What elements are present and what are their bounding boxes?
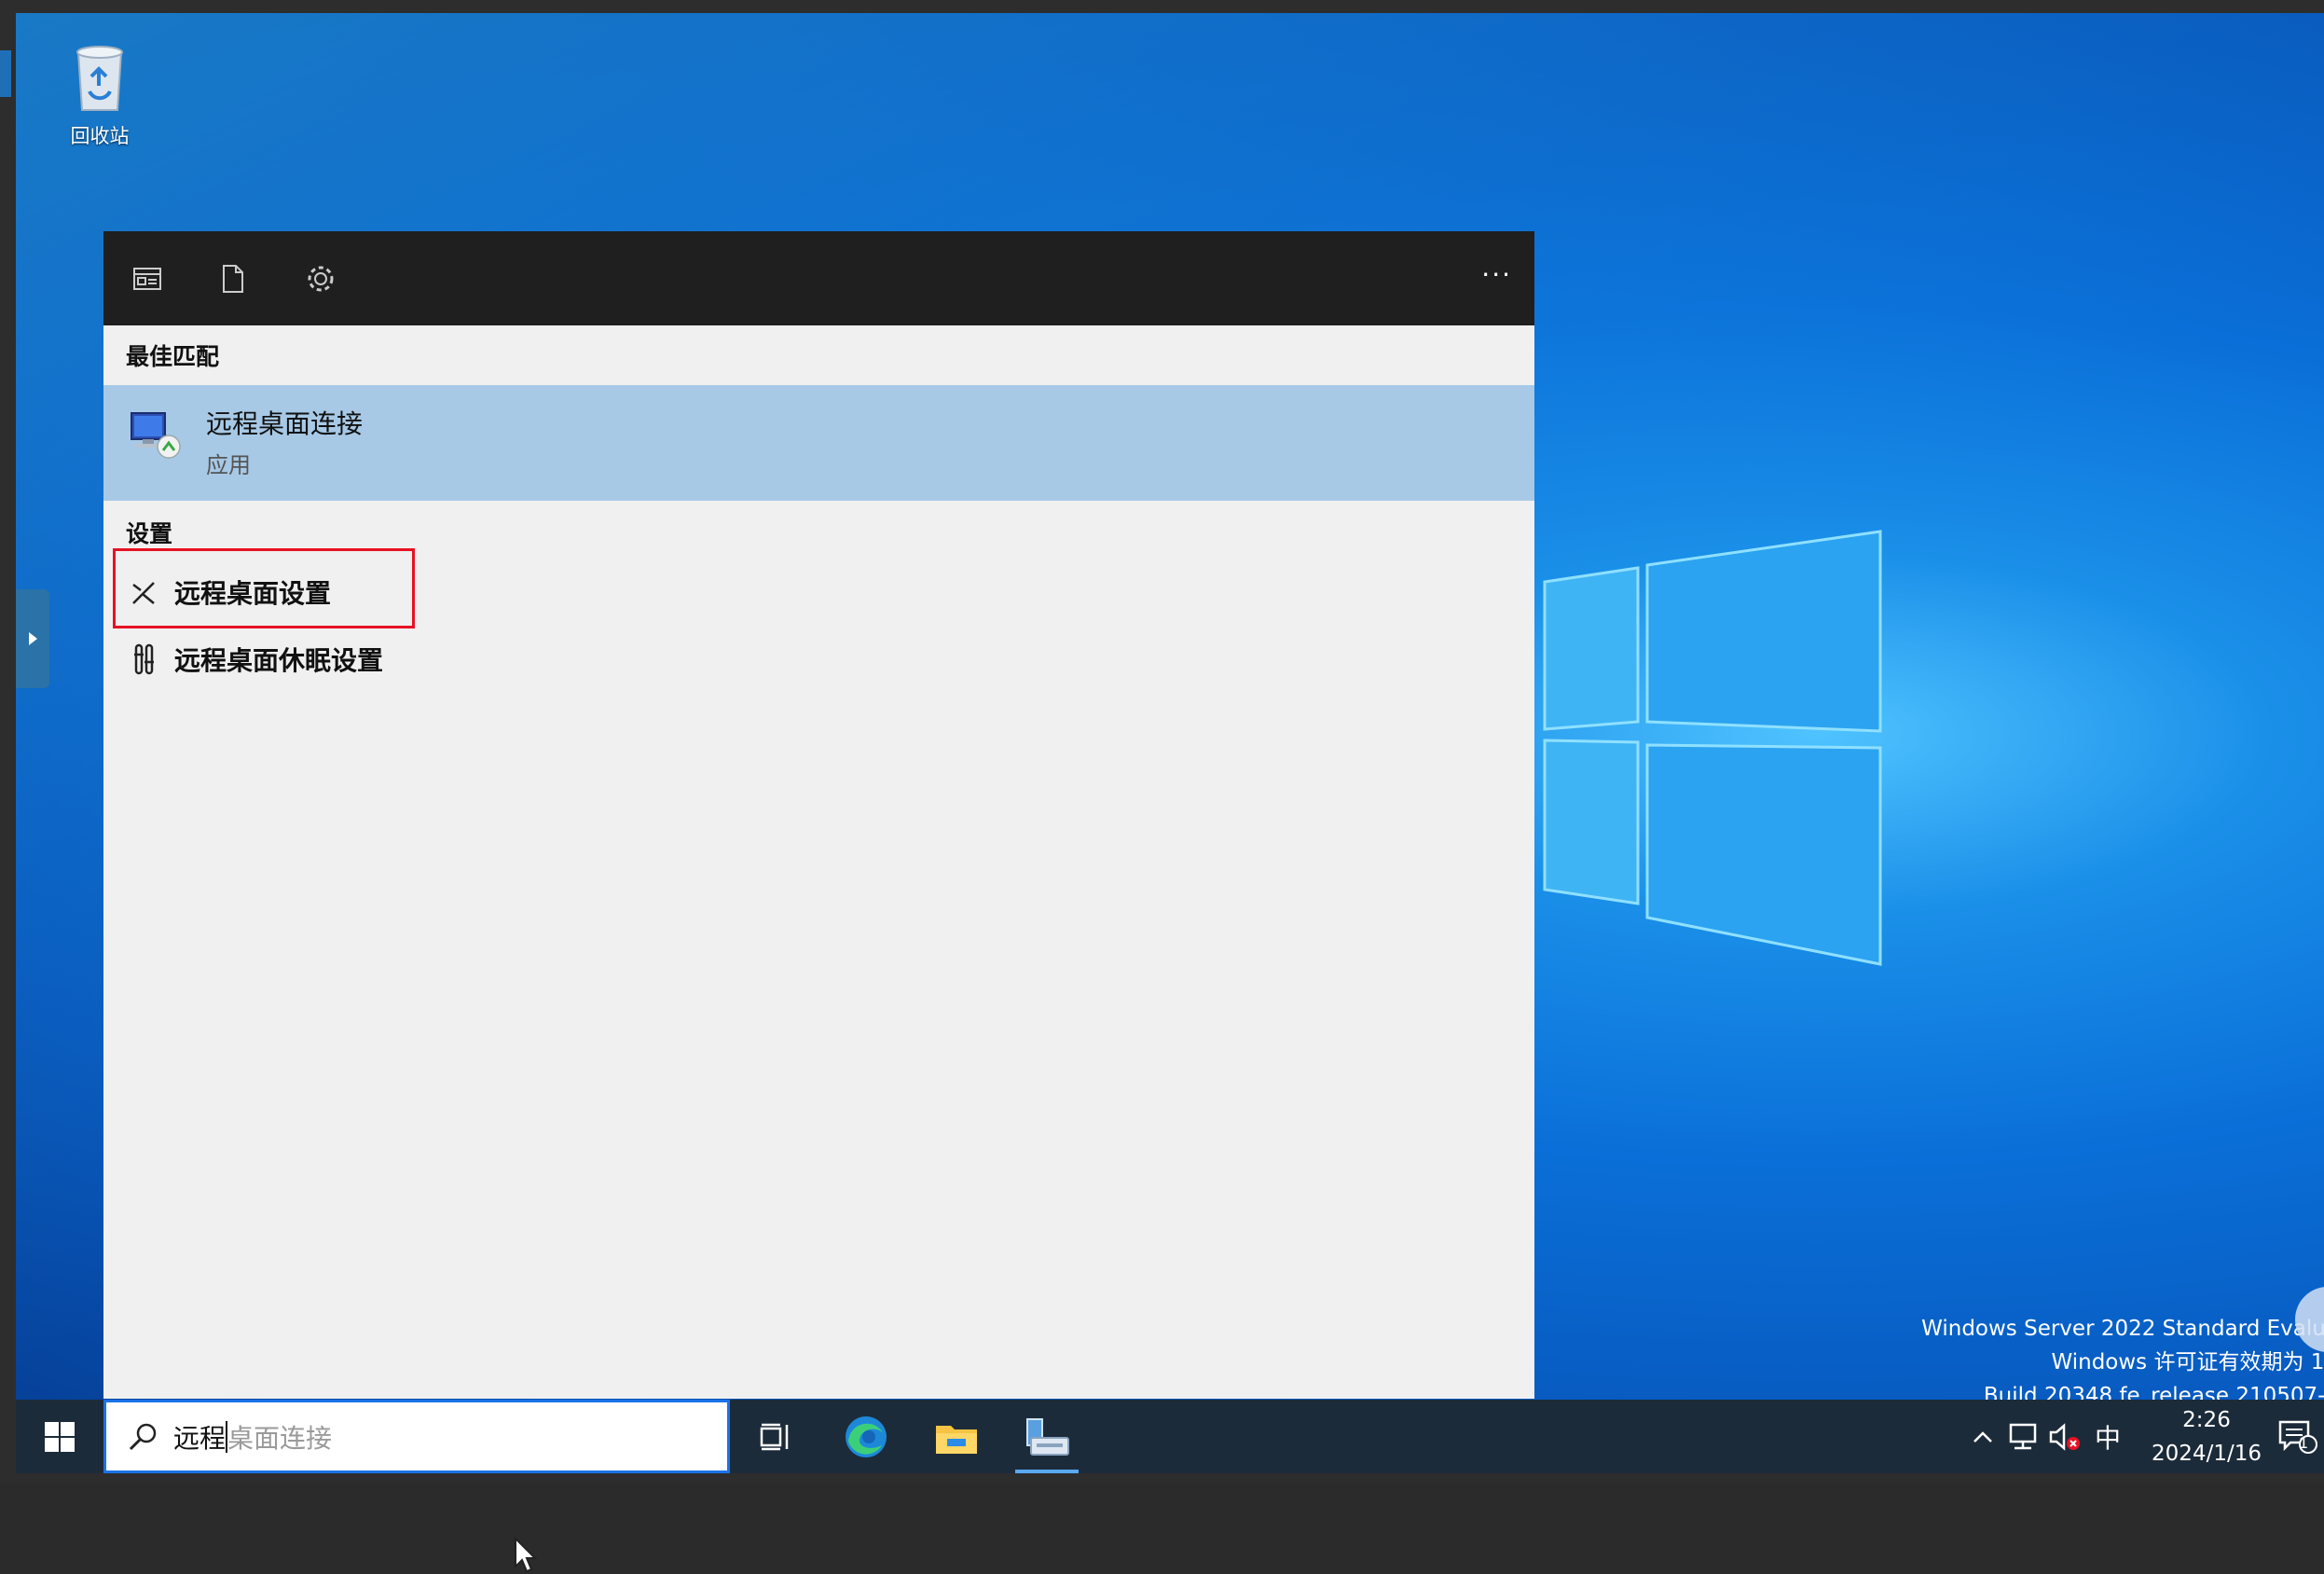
edge-button[interactable] bbox=[829, 1400, 903, 1473]
search-filter-toolbar: ··· bbox=[103, 231, 1534, 325]
server-manager-button[interactable] bbox=[1010, 1400, 1084, 1473]
windows-logo-wallpaper bbox=[1543, 530, 1882, 966]
documents-filter-icon[interactable] bbox=[215, 261, 251, 297]
clock-time: 2:26 bbox=[2182, 1408, 2231, 1432]
notification-icon bbox=[2278, 1420, 2317, 1454]
frame-accent bbox=[0, 50, 11, 97]
system-clock[interactable]: 2:26 2024/1/16 bbox=[2132, 1403, 2281, 1470]
search-icon bbox=[123, 1416, 164, 1457]
file-explorer-icon bbox=[936, 1425, 977, 1454]
watermark-line-build: Build 20348.fe_release.210507-1500 bbox=[1983, 1384, 2324, 1400]
window-frame-top bbox=[0, 0, 2324, 13]
search-typed-text: 远程 bbox=[173, 1422, 227, 1454]
network-icon bbox=[2009, 1423, 2037, 1449]
start-button[interactable] bbox=[16, 1400, 103, 1473]
recycle-bin-icon bbox=[76, 46, 123, 111]
settings-item-label: 远程桌面设置 bbox=[174, 578, 332, 609]
volume-muted-icon bbox=[2049, 1422, 2080, 1451]
settings-heading: 设置 bbox=[126, 520, 173, 547]
apps-filter-icon[interactable] bbox=[130, 261, 165, 297]
show-hidden-icons-button[interactable] bbox=[1964, 1400, 2001, 1473]
taskbar-search-box[interactable]: 远程 桌面连接 bbox=[103, 1400, 730, 1473]
window-frame-left bbox=[0, 0, 16, 1484]
task-view-icon bbox=[760, 1423, 789, 1450]
edge-icon bbox=[846, 1415, 887, 1457]
server-manager-icon bbox=[1026, 1417, 1069, 1456]
recycle-bin[interactable]: 回收站 bbox=[53, 39, 146, 149]
settings-item-sleep[interactable]: 远程桌面休眠设置 bbox=[126, 636, 685, 683]
best-match-name: 远程桌面连接 bbox=[206, 408, 364, 439]
remote-settings-icon bbox=[126, 573, 163, 611]
best-match-heading: 最佳匹配 bbox=[126, 343, 220, 370]
best-match-type: 应用 bbox=[206, 452, 251, 478]
activation-watermark: Windows Server 2022 Standard Evaluation … bbox=[1865, 1312, 2324, 1400]
settings-item-label: 远程桌面休眠设置 bbox=[174, 645, 384, 676]
chevron-up-icon bbox=[1973, 1430, 1992, 1443]
expand-arrow-icon bbox=[28, 632, 37, 645]
notification-center-button[interactable]: 1 bbox=[2272, 1400, 2324, 1473]
clock-date: 2024/1/16 bbox=[2152, 1442, 2262, 1466]
search-autocomplete-suggestion: 桌面连接 bbox=[227, 1422, 333, 1454]
ime-indicator[interactable]: 中 bbox=[2087, 1400, 2128, 1473]
network-tray-button[interactable] bbox=[2003, 1400, 2042, 1473]
notification-count: 1 bbox=[2299, 1434, 2309, 1452]
mouse-pointer-icon bbox=[515, 1537, 538, 1573]
side-panel-toggle[interactable] bbox=[16, 589, 49, 688]
volume-tray-button[interactable] bbox=[2044, 1400, 2085, 1473]
sleep-settings-icon bbox=[126, 641, 163, 678]
more-options-button[interactable]: ··· bbox=[1481, 259, 1512, 290]
window-frame-bottom bbox=[0, 1473, 2324, 1484]
settings-filter-icon[interactable] bbox=[303, 261, 338, 297]
windows-start-icon bbox=[45, 1421, 75, 1452]
watermark-line-edition: Windows Server 2022 Standard Evaluation bbox=[1921, 1317, 2324, 1341]
best-match-result[interactable]: 远程桌面连接 应用 bbox=[103, 385, 1534, 501]
settings-item-remote-desktop[interactable]: 远程桌面设置 bbox=[126, 569, 685, 615]
recycle-bin-label: 回收站 bbox=[70, 125, 130, 147]
remote-desktop-connection-icon bbox=[131, 412, 181, 459]
file-explorer-button[interactable] bbox=[919, 1400, 994, 1473]
watermark-line-license: Windows 许可证有效期为 180 天 bbox=[2051, 1350, 2324, 1374]
taskbar: 远程 桌面连接 中 2:26 2024/1/16 1 bbox=[16, 1400, 2324, 1473]
search-results-panel: ··· 最佳匹配 远程桌面连接 应用 设置 远程桌面设置 远程桌面休眠设置 bbox=[103, 231, 1534, 1573]
task-view-button[interactable] bbox=[738, 1400, 813, 1473]
